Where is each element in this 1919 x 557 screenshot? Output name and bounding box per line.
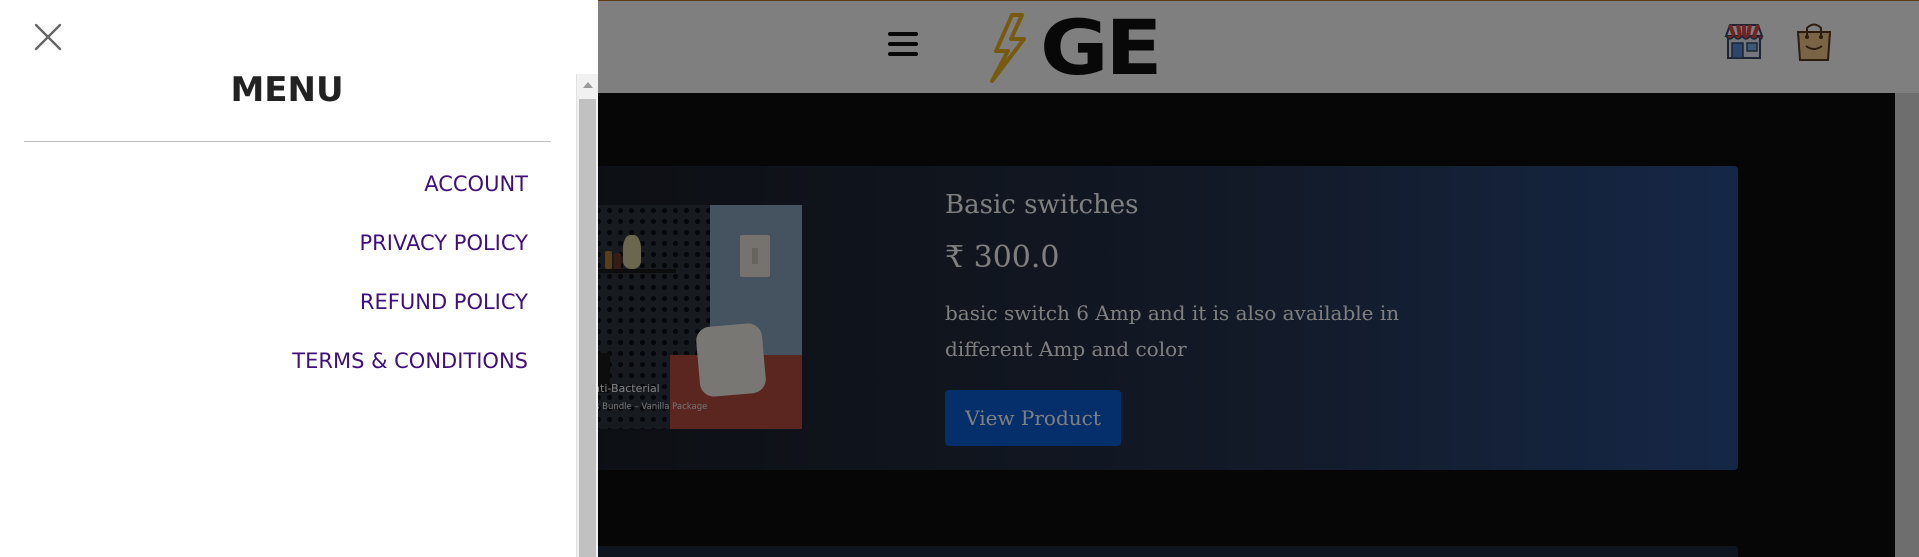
menu-item-terms-conditions[interactable]: TERMS & CONDITIONS xyxy=(292,349,528,373)
menu-item-account[interactable]: ACCOUNT xyxy=(424,172,528,196)
side-menu-drawer: MENU ACCOUNT PRIVACY POLICY REFUND POLIC… xyxy=(0,0,598,557)
menu-scrollbar[interactable] xyxy=(576,74,598,557)
menu-item-privacy-policy[interactable]: PRIVACY POLICY xyxy=(360,231,528,255)
menu-title: MENU xyxy=(230,70,344,110)
menu-divider xyxy=(24,141,551,142)
scroll-up-arrow-icon[interactable] xyxy=(583,82,593,88)
menu-item-refund-policy[interactable]: REFUND POLICY xyxy=(360,290,528,314)
close-icon[interactable] xyxy=(34,23,62,51)
scrollbar-thumb[interactable] xyxy=(579,99,596,557)
